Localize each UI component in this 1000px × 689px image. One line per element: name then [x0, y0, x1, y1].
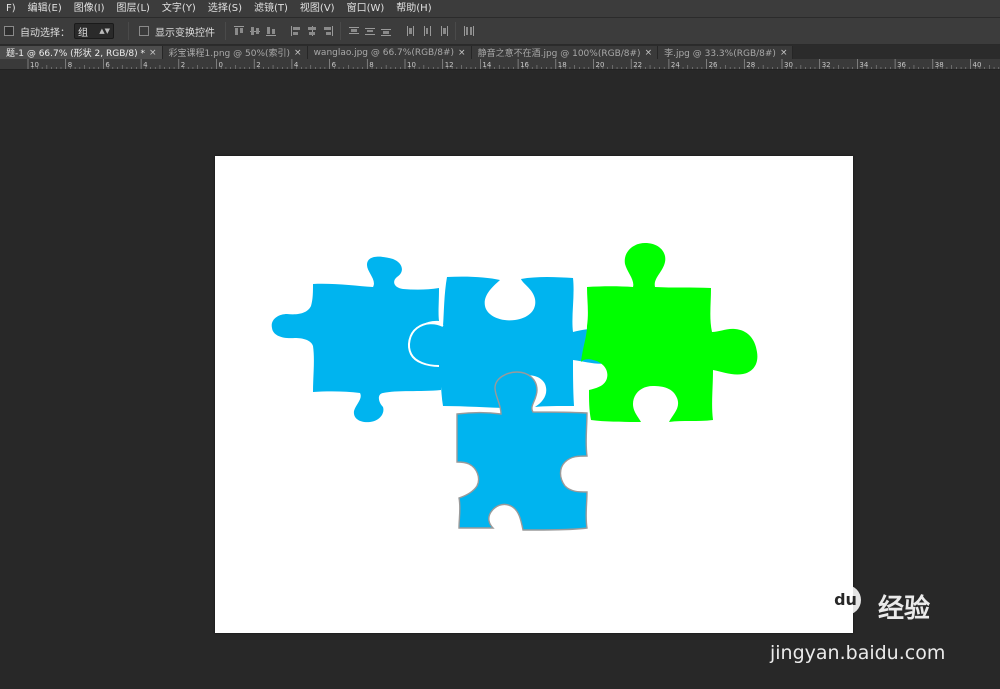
auto-select-checkbox[interactable] — [4, 26, 14, 36]
ruler-label: 0 — [219, 61, 223, 69]
divider — [340, 22, 341, 40]
menu-bar: F) 编辑(E) 图像(I) 图层(L) 文字(Y) 选择(S) 滤镜(T) 视… — [0, 0, 1000, 17]
ruler-label: 24 — [671, 61, 680, 69]
divider — [128, 22, 129, 40]
close-icon[interactable]: × — [294, 48, 302, 58]
jingyan-text: 经验 — [878, 594, 931, 624]
menu-file[interactable]: F) — [0, 0, 22, 17]
align-hcenter-icon[interactable] — [305, 25, 318, 38]
show-transform-checkbox[interactable] — [139, 26, 149, 36]
canvas-area[interactable]: Bai du 经验 jingyan.baidu.com — [0, 70, 1000, 689]
tab-label: wanglao.jpg @ 66.7%(RGB/8#) — [313, 47, 455, 58]
menu-layer[interactable]: 图层(L) — [111, 0, 156, 17]
show-transform-label: 显示变换控件 — [155, 27, 215, 39]
tab-document-3[interactable]: wanglao.jpg @ 66.7%(RGB/8#) × — [307, 46, 472, 59]
ruler-label: 16 — [520, 61, 529, 69]
menu-view[interactable]: 视图(V) — [294, 0, 341, 17]
ruler-label: 14 — [482, 61, 491, 69]
document-tabs: 题-1 @ 66.7% (形状 2, RGB/8) * × 彩宝课程1.png … — [0, 45, 1000, 59]
ruler-label: 36 — [897, 61, 906, 69]
close-icon[interactable]: × — [645, 48, 653, 58]
align-top-icon[interactable] — [232, 25, 245, 38]
tab-document-5[interactable]: 李.jpg @ 33.3%(RGB/8#) × — [658, 46, 794, 59]
align-tools — [232, 25, 334, 38]
distribute-hcenter-icon[interactable] — [420, 25, 433, 38]
distribute-bottom-icon[interactable] — [379, 25, 392, 38]
tab-label: 静音之意不在酒.jpg @ 100%(RGB/8#) — [477, 49, 641, 59]
baidu-logo: Bai du — [770, 578, 861, 618]
menu-image[interactable]: 图像(I) — [68, 0, 111, 17]
close-icon[interactable]: × — [780, 48, 788, 58]
document-canvas[interactable] — [215, 156, 853, 633]
menu-filter[interactable]: 滤镜(T) — [248, 0, 294, 17]
auto-select-dropdown[interactable]: 组 ▲▼ — [74, 23, 114, 39]
menu-help[interactable]: 帮助(H) — [390, 0, 437, 17]
menu-window[interactable]: 窗口(W) — [341, 0, 391, 17]
ruler-label: 26 — [709, 61, 718, 69]
tab-label: 李.jpg @ 33.3%(RGB/8#) — [664, 49, 776, 59]
align-left-icon[interactable] — [289, 25, 302, 38]
close-icon[interactable]: × — [149, 48, 157, 58]
ruler-label: 34 — [859, 61, 868, 69]
auto-align-icon[interactable] — [462, 25, 475, 38]
puzzle-artwork — [271, 243, 758, 531]
tab-document-4[interactable]: 静音之意不在酒.jpg @ 100%(RGB/8#) × — [471, 46, 659, 59]
menu-type[interactable]: 文字(Y) — [156, 0, 202, 17]
close-icon[interactable]: × — [458, 48, 466, 58]
ruler-label: 8 — [369, 61, 373, 69]
horizontal-ruler[interactable]: 10 8 6 4 2 0 2 4 6 8 10 12 14 16 18 20 22 24 26 28 30 32 34 36 3… — [0, 59, 1000, 70]
distribute-right-icon[interactable] — [436, 25, 449, 38]
divider — [455, 22, 456, 40]
distribute-top-icon[interactable] — [347, 25, 360, 38]
divider — [225, 22, 226, 40]
baidu-jingyan-watermark: Bai du 经验 jingyan.baidu.com — [770, 578, 960, 688]
align-vcenter-icon[interactable] — [248, 25, 261, 38]
dropdown-arrow-icon: ▲▼ — [99, 27, 110, 35]
menu-select[interactable]: 选择(S) — [202, 0, 248, 17]
auto-select-value: 组 — [78, 27, 88, 39]
distribute-tools — [347, 25, 449, 38]
distribute-vcenter-icon[interactable] — [363, 25, 376, 38]
puzzle-piece-right — [581, 243, 758, 422]
tab-document-1[interactable]: 题-1 @ 66.7% (形状 2, RGB/8) * × — [0, 46, 163, 59]
auto-select-label: 自动选择： — [20, 27, 70, 39]
tab-document-2[interactable]: 彩宝课程1.png @ 50%(索引) × — [162, 46, 308, 59]
align-bottom-icon[interactable] — [264, 25, 277, 38]
distribute-left-icon[interactable] — [404, 25, 417, 38]
options-bar: 自动选择： 组 ▲▼ 显示变换控件 — [0, 17, 1000, 45]
tab-label: 彩宝课程1.png @ 50%(索引) — [168, 49, 291, 59]
menu-edit[interactable]: 编辑(E) — [22, 0, 68, 17]
align-right-icon[interactable] — [321, 25, 334, 38]
ruler-ticks: 10 8 6 4 2 0 2 4 6 8 10 12 14 16 18 20 22 24 26 28 30 32 34 36 3… — [27, 59, 1000, 69]
watermark-url: jingyan.baidu.com — [770, 642, 946, 664]
tab-label: 题-1 @ 66.7% (形状 2, RGB/8) * — [6, 49, 145, 59]
ruler-label: 2 — [256, 61, 260, 69]
ruler-label: 2 — [181, 61, 185, 69]
ruler-label: 8 — [68, 61, 72, 69]
